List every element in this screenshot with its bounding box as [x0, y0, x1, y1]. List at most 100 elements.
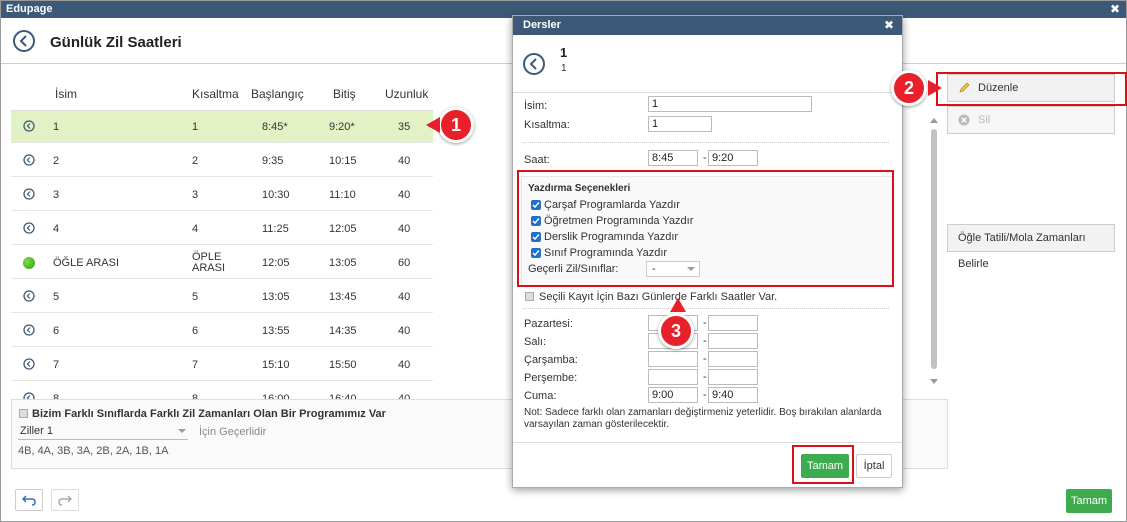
cell-start: 13:05 — [262, 291, 290, 303]
day-dash: - — [703, 371, 707, 383]
back-button[interactable] — [13, 30, 35, 52]
table-row[interactable]: 5 5 13:05 13:45 40 — [11, 281, 433, 313]
dialog-title: Dersler — [523, 19, 561, 31]
print-option-checkbox[interactable] — [531, 216, 541, 226]
day-end-input[interactable] — [708, 369, 758, 385]
scroll-up-icon[interactable] — [930, 117, 938, 123]
step-badge-1: 1 — [438, 107, 474, 143]
bell-set-select[interactable]: Ziller 1 — [18, 424, 188, 440]
table-row[interactable]: 3 3 10:30 11:10 40 — [11, 179, 433, 211]
short-input[interactable] — [648, 116, 712, 132]
cell-length: 40 — [398, 189, 411, 201]
print-option-label: Öğretmen Programında Yazdır — [544, 215, 694, 227]
cell-name: 1 — [53, 121, 60, 133]
step-badge-2: 2 — [891, 70, 927, 106]
checkmark-icon — [532, 202, 540, 209]
multi-schedule-checkbox[interactable] — [19, 409, 28, 418]
column-header-short[interactable]: Kısaltma — [192, 87, 239, 101]
column-header-length[interactable]: Uzunluk — [385, 87, 428, 101]
time-label: Saat: — [524, 154, 550, 166]
table-row[interactable]: ÖĞLE ARASI ÖPLE ARASI 12:05 13:05 60 — [11, 247, 433, 279]
table-row[interactable]: 4 4 11:25 12:05 40 — [11, 213, 433, 245]
undo-button[interactable] — [15, 489, 43, 511]
delete-button-label: Sil — [978, 114, 991, 126]
cell-name: 7 — [53, 359, 60, 371]
day-label: Perşembe: — [524, 372, 578, 384]
day-end-input[interactable] — [708, 315, 758, 331]
step-arrow-3 — [670, 298, 686, 312]
column-header-start[interactable]: Başlangıç — [251, 87, 304, 101]
time-end-input[interactable] — [708, 150, 758, 166]
dialog-header: 1 1 — [513, 35, 902, 93]
cell-start: 10:30 — [262, 189, 290, 201]
cell-name: 2 — [53, 155, 60, 167]
different-days-checkbox[interactable] — [525, 292, 534, 301]
day-start-input[interactable] — [648, 351, 698, 367]
table-header: İsim Kısaltma Başlangıç Bitiş Uzunluk — [11, 75, 433, 111]
different-days-label: Seçili Kayıt İçin Bazı Günlerde Farklı S… — [539, 291, 778, 303]
cell-end: 13:05 — [329, 257, 357, 269]
scroll-down-icon[interactable] — [930, 379, 938, 385]
lunch-break-label: Öğle Tatili/Mola Zamanları Belirle — [958, 232, 1086, 270]
print-option-checkbox[interactable] — [531, 248, 541, 258]
dialog-back-button[interactable] — [523, 53, 545, 75]
day-start-input[interactable] — [648, 387, 698, 403]
delete-circle-icon — [958, 114, 970, 126]
chevron-left-icon — [529, 58, 537, 70]
lunch-break-button[interactable]: Öğle Tatili/Mola Zamanları Belirle — [947, 224, 1115, 270]
cell-length: 40 — [398, 359, 411, 371]
dialog-ok-button[interactable]: Tamam — [801, 454, 849, 478]
print-options-box: Yazdırma Seçenekleri Çarşaf Programlarda… — [521, 176, 893, 286]
valid-bells-select[interactable]: - — [646, 261, 700, 277]
dialog-cancel-button[interactable]: İptal — [856, 454, 892, 478]
scroll-thumb[interactable] — [931, 129, 937, 369]
cell-short: ÖPLE ARASI — [192, 252, 225, 274]
dialog-close-icon[interactable]: ✖ — [884, 16, 894, 35]
short-label: Kısaltma: — [524, 119, 570, 131]
day-end-input[interactable] — [708, 333, 758, 349]
step-arrow-1 — [426, 117, 440, 133]
cell-short: 5 — [192, 291, 199, 303]
cell-start: 11:25 — [262, 223, 289, 235]
multi-schedule-label: Bizim Farklı Sınıflarda Farklı Zil Zaman… — [32, 408, 386, 420]
cell-length: 35 — [398, 121, 411, 133]
cell-length: 40 — [398, 325, 411, 337]
day-end-input[interactable] — [708, 351, 758, 367]
dropdown-arrow-icon — [687, 267, 695, 271]
cell-name: 6 — [53, 325, 60, 337]
column-header-name[interactable]: İsim — [55, 87, 77, 101]
day-end-input[interactable] — [708, 387, 758, 403]
cell-name: 3 — [53, 189, 60, 201]
table-row[interactable]: 7 7 15:10 15:50 40 — [11, 349, 433, 381]
edit-button[interactable]: Düzenle — [947, 74, 1115, 102]
cell-end: 12:05 — [329, 223, 357, 235]
cell-start: 13:55 — [262, 325, 290, 337]
print-options-title: Yazdırma Seçenekleri — [528, 183, 631, 194]
print-option-label: Sınıf Programında Yazdır — [544, 247, 668, 259]
cell-short-line2: ARASI — [192, 262, 226, 274]
name-input[interactable] — [648, 96, 812, 112]
delete-button[interactable]: Sil — [947, 106, 1115, 134]
main-ok-button[interactable]: Tamam — [1066, 489, 1112, 513]
dialog-lesson-number: 1 — [560, 45, 568, 60]
day-dash: - — [703, 353, 707, 365]
column-header-end[interactable]: Bitiş — [333, 87, 356, 101]
clock-icon — [23, 154, 35, 166]
checkmark-icon — [532, 250, 540, 257]
table-scrollbar[interactable] — [930, 117, 938, 387]
redo-button[interactable] — [51, 489, 79, 511]
separator — [523, 308, 889, 309]
app-close-icon[interactable]: ✖ — [1110, 1, 1120, 18]
day-start-input[interactable] — [648, 369, 698, 385]
print-option-checkbox[interactable] — [531, 232, 541, 242]
table-row[interactable]: 6 6 13:55 14:35 40 — [11, 315, 433, 347]
time-start-input[interactable] — [648, 150, 698, 166]
table-row[interactable]: 1 1 8:45* 9:20* 35 — [11, 111, 433, 143]
cell-short: 7 — [192, 359, 199, 371]
chevron-left-icon — [19, 35, 27, 47]
cell-end: 11:10 — [329, 189, 356, 201]
lesson-dialog: Dersler ✖ 1 1 İsim: Kısaltma: Saat: - Ya… — [512, 15, 903, 488]
print-option-checkbox[interactable] — [531, 200, 541, 210]
table-row[interactable]: 2 2 9:35 10:15 40 — [11, 145, 433, 177]
class-list: 4B, 4A, 3B, 3A, 2B, 2A, 1B, 1A — [18, 445, 169, 457]
